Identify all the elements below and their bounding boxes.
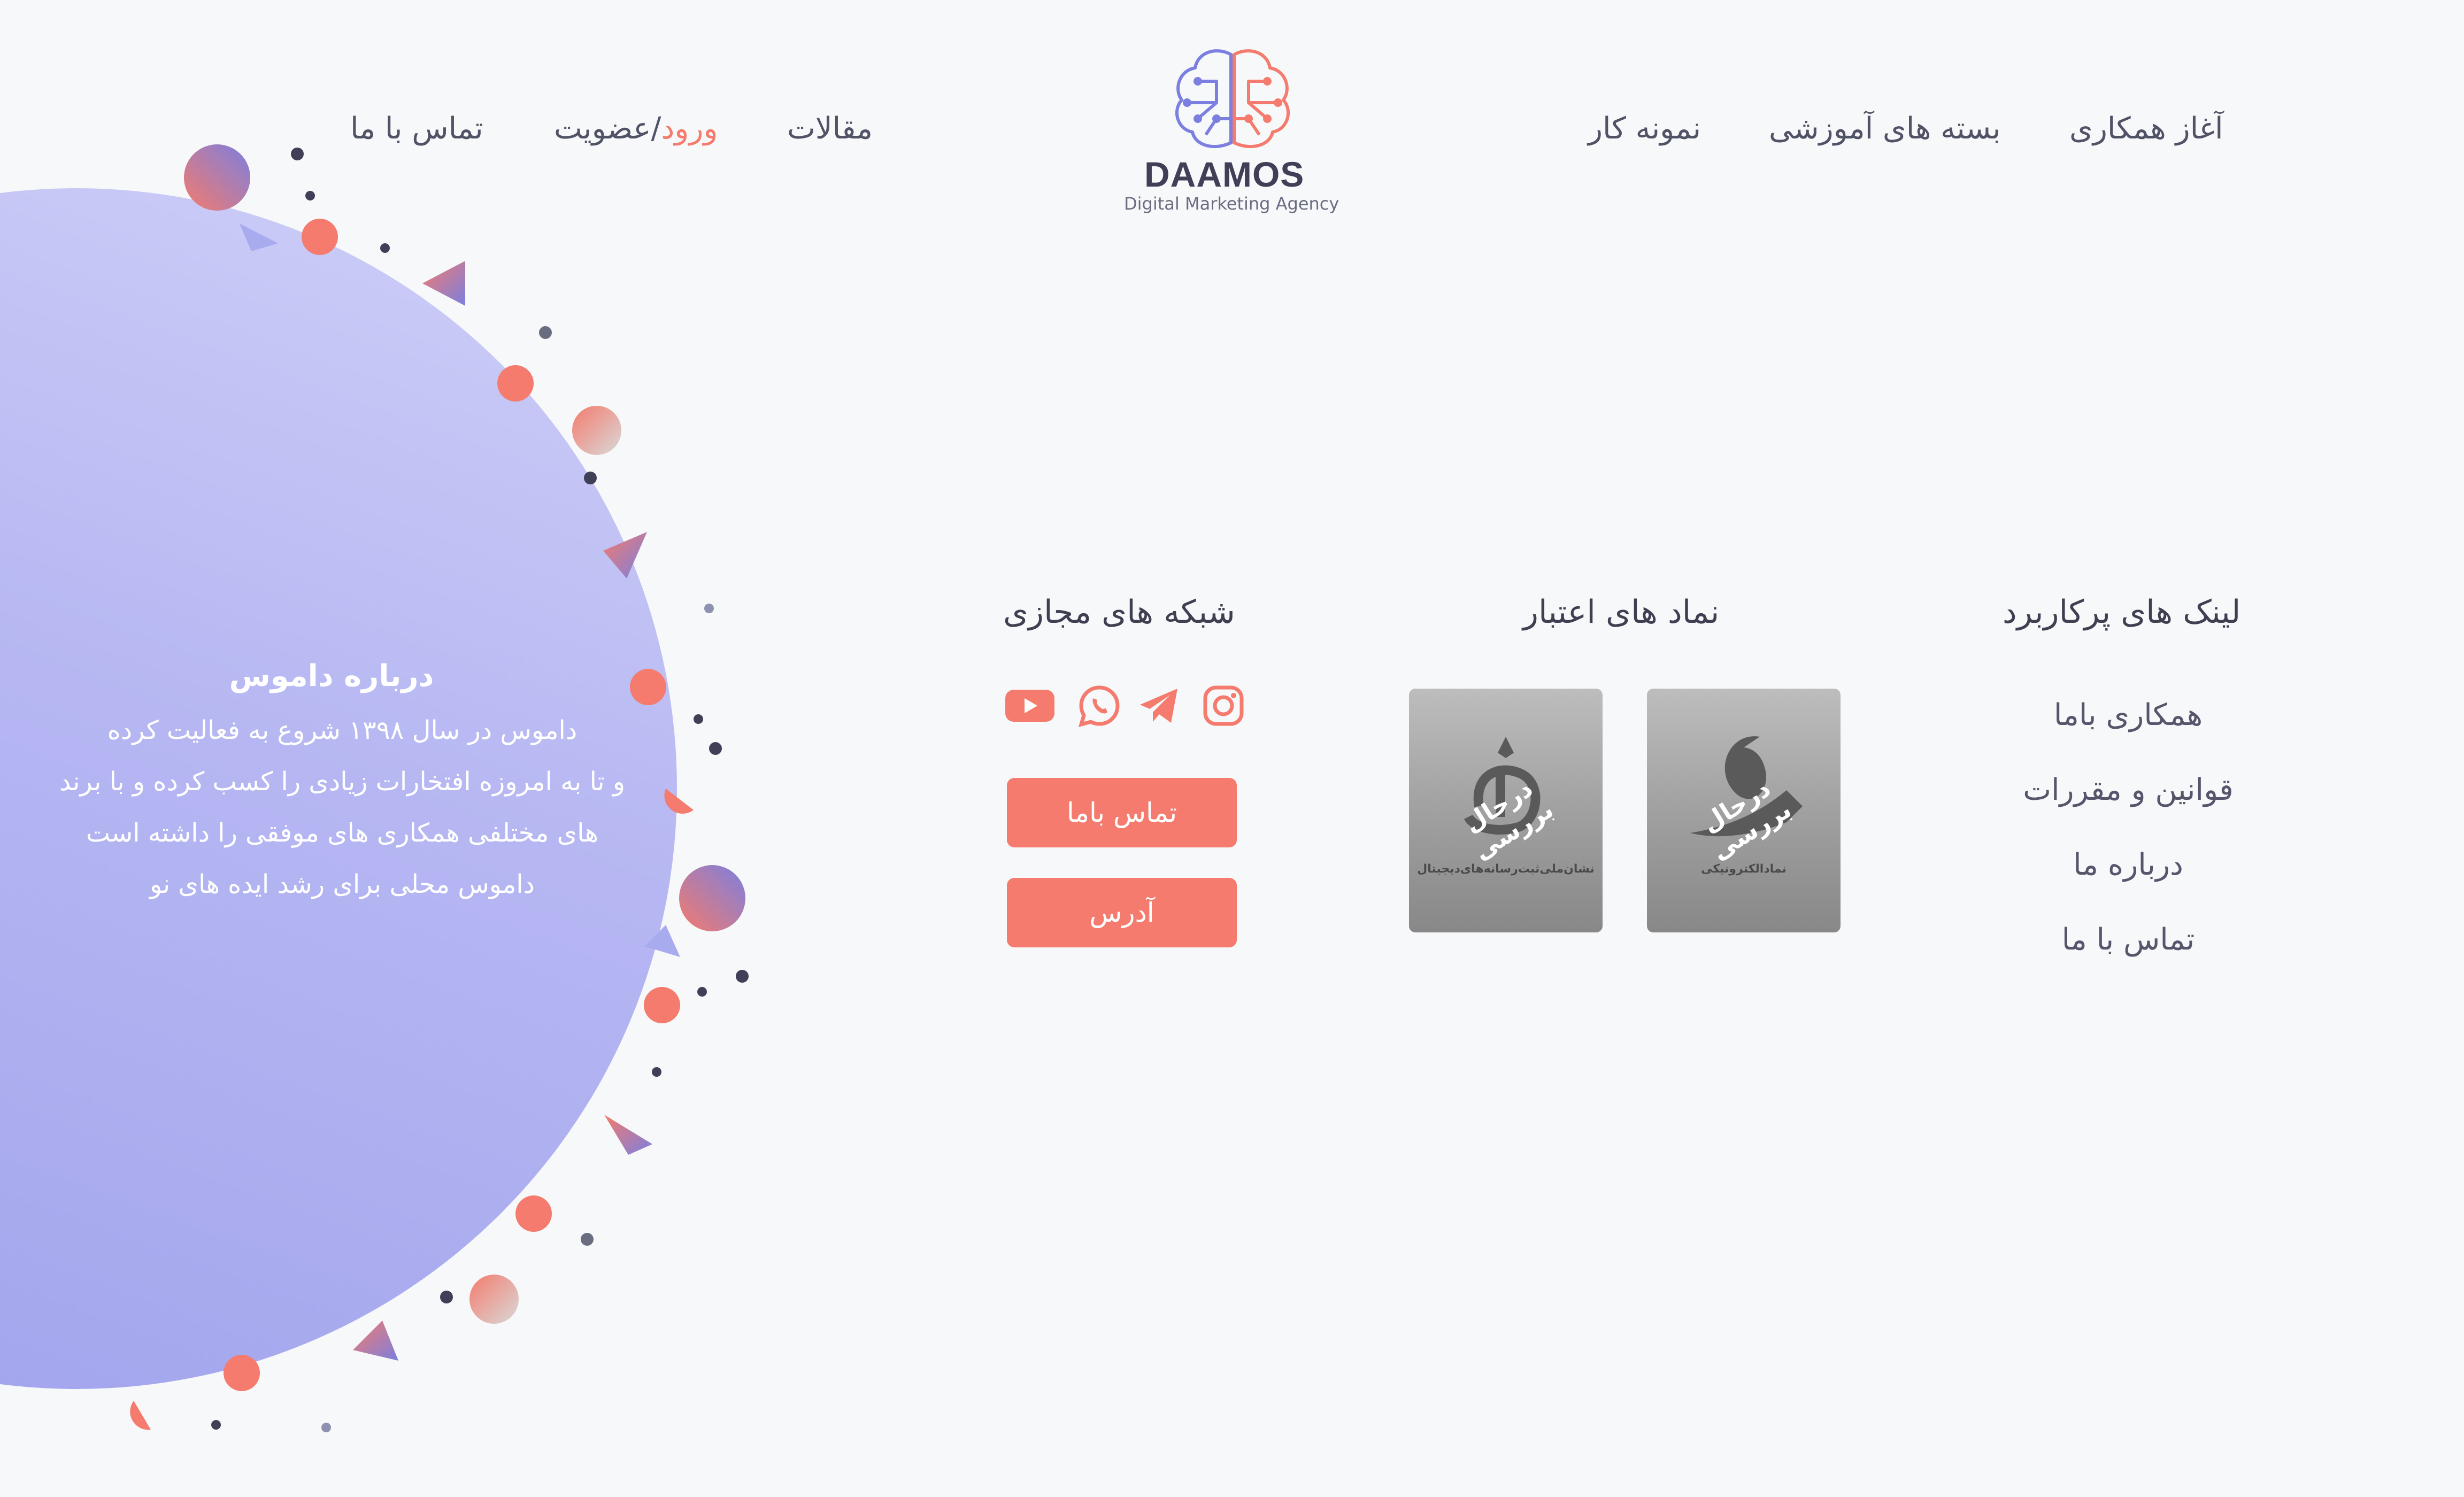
- social-title: شبکه های مجازی: [1003, 593, 1235, 631]
- about-text-line: های مختلفی همکاری های موفقی را داشته است: [86, 818, 599, 848]
- nav-start-collab[interactable]: آغاز همکاری: [2069, 107, 2223, 150]
- instagram-icon[interactable]: [1202, 684, 1245, 727]
- nav-register[interactable]: /عضویت: [554, 111, 661, 146]
- nav-articles[interactable]: مقالات: [787, 107, 873, 150]
- about-text-line: داموس در سال ۱۳۹۸ شروع به فعالیت کرده: [107, 715, 578, 745]
- decorative-shapes: [130, 144, 749, 1432]
- nav-portfolio[interactable]: نمونه کار: [1588, 107, 1701, 150]
- samandehi-badge[interactable]: درحال بررسی نشان‌ملی‌ثبت‌رسانه‌های‌دیجیت…: [1409, 689, 1603, 932]
- badge-caption: نشان‌ملی‌ثبت‌رسانه‌های‌دیجیتال: [1417, 862, 1595, 876]
- nav-contact[interactable]: تماس با ما: [350, 107, 483, 150]
- nav-login-register[interactable]: ورود/عضویت: [554, 107, 718, 150]
- link-about[interactable]: درباره ما: [2011, 847, 2246, 882]
- brain-logo-icon[interactable]: [1166, 44, 1299, 156]
- nav-login[interactable]: ورود: [661, 111, 718, 146]
- nav-packages[interactable]: بسته های آموزشی: [1769, 107, 2001, 150]
- link-terms[interactable]: قوانین و مقررات: [2011, 773, 2246, 807]
- brand-tagline: Digital Marketing Agency: [1124, 194, 1339, 214]
- about-title: درباره داموس: [229, 659, 434, 693]
- about-text-line: داموس محلی برای رشد ایده های نو: [150, 869, 535, 899]
- brand-name: DAAMOS: [1144, 155, 1305, 194]
- telegram-icon[interactable]: [1138, 684, 1181, 727]
- address-button[interactable]: آدرس: [1007, 878, 1237, 947]
- about-text-line: و تا به امروزه افتخارات زیادی را کسب کرد…: [59, 767, 626, 797]
- link-contact[interactable]: تماس با ما: [2011, 922, 2246, 957]
- useful-links-title: لینک های پرکاربرد: [2003, 593, 2241, 631]
- youtube-icon[interactable]: [1004, 684, 1056, 727]
- enamad-badge[interactable]: درحال بررسی نمادالکترونیکی: [1647, 689, 1841, 932]
- badge-caption: نمادالکترونیکی: [1701, 862, 1787, 876]
- trust-title: نماد های اعتبار: [1523, 593, 1720, 631]
- whatsapp-icon[interactable]: [1078, 684, 1121, 727]
- link-collab[interactable]: همکاری باما: [2011, 698, 2246, 732]
- contact-us-button[interactable]: تماس باما: [1007, 778, 1237, 847]
- page: درباره داموس داموس در سال ۱۳۹۸ شروع به ف…: [0, 0, 2464, 1497]
